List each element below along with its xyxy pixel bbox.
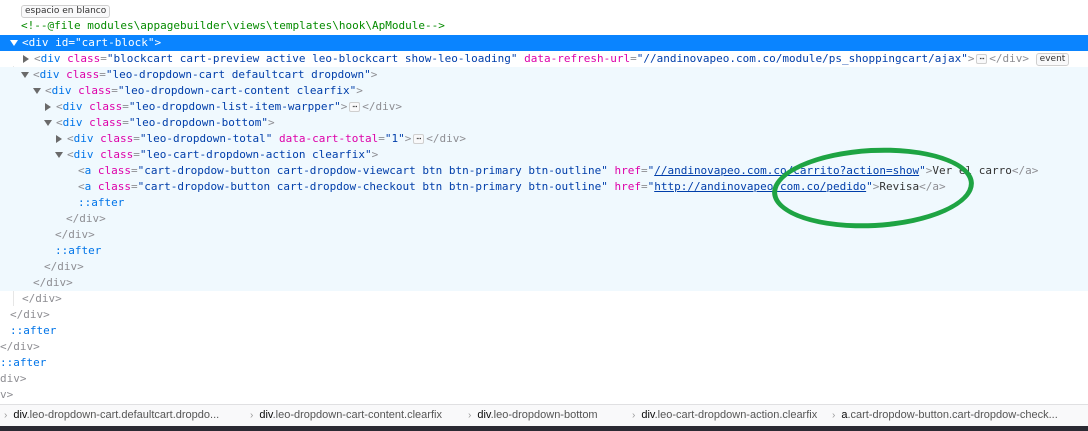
viewcart-link-row[interactable]: <a class="cart-dropdow-button cart-dropd…	[0, 163, 1088, 179]
cart-block-row[interactable]: <div id="cart-block">	[0, 35, 1088, 51]
dropdown-total-row[interactable]: <div class="leo-dropdown-total" data-car…	[0, 131, 1088, 147]
checkout-href-link[interactable]: http://andinovapeo.com.co/pedido	[654, 180, 866, 193]
expand-toggle-icon[interactable]	[21, 72, 29, 78]
viewcart-href-link[interactable]: //andinovapeo.com.co/carrito?action=show	[654, 164, 919, 177]
after-pseudo-row[interactable]: ::after	[0, 195, 1088, 211]
viewcart-text: Ver el carro	[932, 164, 1012, 177]
close-div-row[interactable]: </div>	[0, 227, 1088, 243]
close-div-row[interactable]: div>	[0, 371, 1088, 387]
expand-toggle-icon[interactable]	[44, 120, 52, 126]
window-edge	[0, 426, 1088, 431]
breadcrumb-item[interactable]: › div.leo-dropdown-cart.defaultcart.dropd…	[4, 405, 219, 426]
event-badge[interactable]: event	[1035, 53, 1070, 66]
breadcrumb-item[interactable]: › div.leo-cart-dropdown-action.clearfix	[632, 405, 817, 426]
close-div-row[interactable]: v>	[0, 387, 1088, 403]
dropdown-bottom-row[interactable]: <div class="leo-dropdown-bottom">	[0, 115, 1088, 131]
dropdown-cart-row[interactable]: <div class="leo-dropdown-cart defaultcar…	[0, 67, 1088, 83]
breadcrumb-bar: › div.leo-dropdown-cart.defaultcart.dropd…	[0, 404, 1088, 426]
blockcart-row[interactable]: <div class="blockcart cart-preview activ…	[0, 51, 1088, 67]
more-icon[interactable]: ⋯	[976, 54, 988, 64]
after-pseudo-row[interactable]: ::after	[0, 355, 1088, 371]
comment-row[interactable]: <!--@file modules\appagebuilder\views\te…	[0, 18, 1088, 34]
list-wrapper-row[interactable]: <div class="leo-dropdown-list-item-warpp…	[0, 99, 1088, 115]
checkout-link-row[interactable]: <a class="cart-dropdow-button cart-dropd…	[0, 179, 1088, 195]
close-div-row[interactable]: </div>	[0, 307, 1088, 323]
close-div-row[interactable]: </div>	[0, 211, 1088, 227]
dropdown-content-row[interactable]: <div class="leo-dropdown-cart-content cl…	[0, 83, 1088, 99]
after-pseudo-row[interactable]: ::after	[0, 323, 1088, 339]
file-comment: <!--@file modules\appagebuilder\views\te…	[21, 19, 445, 32]
expand-toggle-icon[interactable]	[33, 88, 41, 94]
breadcrumb-item[interactable]: › div.leo-dropdown-cart-content.clearfix	[250, 405, 442, 426]
collapse-toggle-icon[interactable]	[45, 103, 51, 111]
whitespace-badge[interactable]: espacio en blanco	[21, 5, 111, 18]
close-div-row[interactable]: </div>	[0, 291, 1088, 307]
whitespace-row[interactable]: espacio en blanco	[0, 3, 1088, 19]
close-div-row[interactable]: </div>	[0, 339, 1088, 355]
checkout-text: Revisa	[879, 180, 920, 193]
collapse-toggle-icon[interactable]	[56, 135, 62, 143]
expand-toggle-icon[interactable]	[10, 40, 18, 46]
expand-toggle-icon[interactable]	[55, 152, 63, 158]
more-icon[interactable]: ⋯	[413, 134, 425, 144]
after-pseudo-row[interactable]: ::after	[0, 243, 1088, 259]
close-div-row[interactable]: </div>	[0, 259, 1088, 275]
dropdown-action-row[interactable]: <div class="leo-cart-dropdown-action cle…	[0, 147, 1088, 163]
breadcrumb-item[interactable]: › a.cart-dropdow-button.cart-dropdow-chec…	[832, 405, 1058, 426]
breadcrumb-item[interactable]: › div.leo-dropdown-bottom	[468, 405, 598, 426]
more-icon[interactable]: ⋯	[349, 102, 361, 112]
close-div-row[interactable]: </div>	[0, 275, 1088, 291]
collapse-toggle-icon[interactable]	[23, 55, 29, 63]
